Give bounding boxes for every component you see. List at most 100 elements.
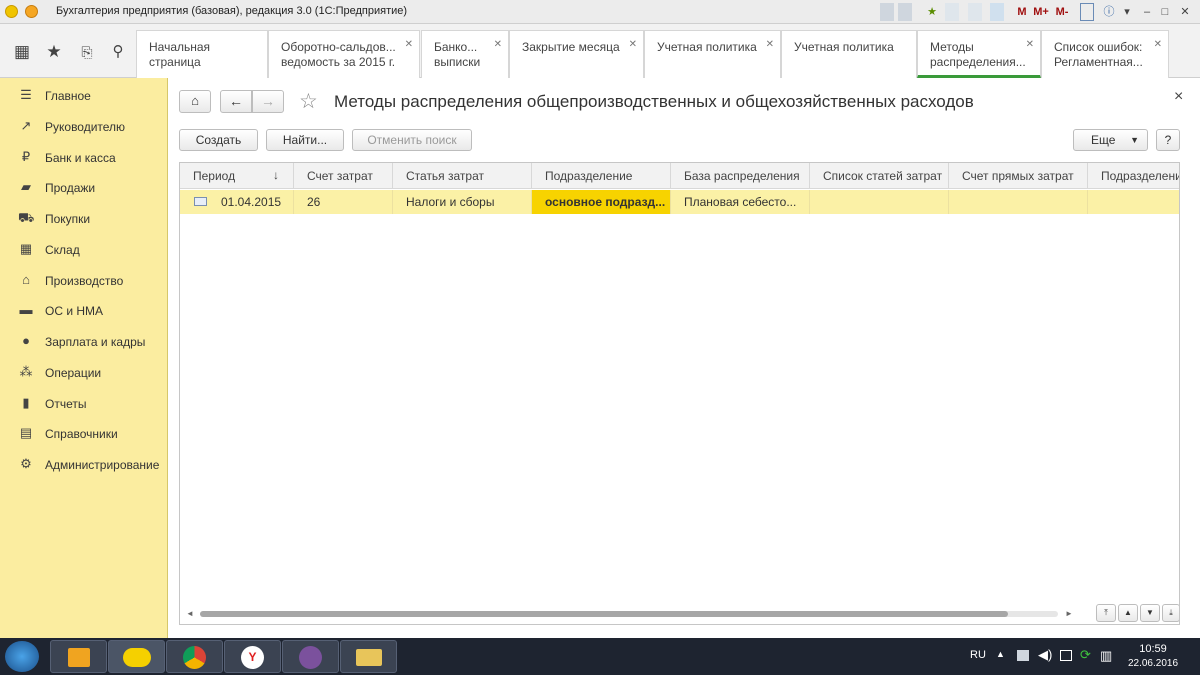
sidebar-item-operations[interactable]: ⁂ Операции (0, 357, 168, 388)
column-header-direct-cost-account[interactable]: Счет прямых затрат (949, 163, 1088, 189)
close-icon[interactable]: ✕ (1026, 37, 1034, 52)
more-button[interactable]: Еще ▼ (1073, 129, 1148, 151)
sidebar-item-manager[interactable]: ↗ Руководителю (0, 111, 168, 142)
sidebar-item-purchases[interactable]: ⛟ Покупки (0, 203, 168, 234)
sidebar-item-catalogs[interactable]: ▤ Справочники (0, 418, 168, 449)
table-cell-direct-cost-account[interactable] (949, 190, 1088, 214)
table-cell-department[interactable]: основное подразд... (532, 190, 671, 214)
doc-icon[interactable] (945, 3, 959, 21)
chevron-down-icon: ▼ (1130, 135, 1139, 145)
start-button[interactable] (5, 641, 39, 672)
tab-distribution-methods[interactable]: Методы распределения... ✕ (917, 30, 1041, 78)
column-header-distribution-base[interactable]: База распределения (671, 163, 810, 189)
memory-add-button[interactable]: M+ (1032, 3, 1050, 21)
close-icon[interactable]: ✕ (405, 37, 413, 52)
scrollbar-thumb[interactable] (200, 611, 1008, 617)
search-icon[interactable]: ⚲ (104, 40, 132, 64)
volume-icon[interactable]: ◀) (1038, 647, 1052, 663)
column-header-period[interactable]: Период ↓ (180, 163, 294, 189)
clock-time[interactable]: 10:59 (1128, 643, 1178, 655)
minimize-icon[interactable]: – (1140, 3, 1154, 21)
print-icon[interactable] (898, 3, 912, 21)
scroll-last-button[interactable]: ⤓ (1162, 604, 1179, 622)
network-icon[interactable]: ▥ (1100, 648, 1112, 664)
truck-icon: ▬ (19, 302, 33, 317)
tab-error-list[interactable]: Список ошибок: Регламентная... ✕ (1041, 30, 1169, 78)
close-icon[interactable]: ✕ (766, 37, 774, 52)
star-icon[interactable]: ★ (925, 3, 939, 21)
column-header-cost-account[interactable]: Счет затрат (294, 163, 393, 189)
sidebar-item-warehouse[interactable]: ▦ Склад (0, 234, 168, 265)
tray-expand-icon[interactable]: ▲ (996, 649, 1005, 659)
sidebar-item-reports[interactable]: ▮ Отчеты (0, 388, 168, 419)
outlook-app-icon[interactable] (50, 640, 107, 673)
table-cell-cost-account[interactable]: 26 (294, 190, 393, 214)
menu-icon[interactable] (25, 5, 38, 18)
tab-accounting-policy[interactable]: Учетная политика ✕ (644, 30, 781, 78)
history-icon[interactable]: ⎘ (73, 40, 101, 64)
column-header-cost-items-list[interactable]: Список статей затрат (810, 163, 949, 189)
close-window-icon[interactable]: ✕ (1178, 3, 1192, 21)
scroll-first-button[interactable]: ⤒ (1096, 604, 1116, 622)
forward-button[interactable]: → (252, 90, 284, 113)
window-title: Бухгалтерия предприятия (базовая), редак… (56, 5, 408, 17)
sidebar-item-admin[interactable]: ⚙ Администрирование (0, 449, 168, 480)
flag-icon[interactable] (1017, 650, 1029, 661)
back-button[interactable]: ← (220, 90, 252, 113)
close-form-icon[interactable]: × (1174, 88, 1183, 106)
create-button[interactable]: Создать (179, 129, 258, 151)
close-icon[interactable]: ✕ (629, 37, 637, 52)
maximize-icon[interactable]: □ (1158, 3, 1172, 21)
sidebar-item-fixed-assets[interactable]: ▬ ОС и НМА (0, 295, 168, 326)
find-button[interactable]: Найти... (266, 129, 344, 151)
horizontal-scrollbar[interactable] (200, 611, 1058, 617)
language-indicator[interactable]: RU (970, 649, 986, 661)
yandex-app-icon[interactable]: Y (224, 640, 281, 673)
table-cell-cost-items-list[interactable] (810, 190, 949, 214)
favorites-star-icon[interactable]: ★ (40, 40, 68, 64)
table-cell-department-2[interactable] (1088, 190, 1179, 214)
scroll-right-icon[interactable]: ► (1065, 609, 1073, 618)
help-button[interactable]: ? (1156, 129, 1180, 151)
favorite-star-icon[interactable]: ☆ (299, 89, 318, 114)
tab-home[interactable]: Начальная страница (136, 30, 268, 78)
chrome-app-icon[interactable] (166, 640, 223, 673)
tab-trial-balance[interactable]: Оборотно-сальдов... ведомость за 2015 г.… (268, 30, 420, 78)
column-header-department[interactable]: Подразделение (532, 163, 671, 189)
table-cell-cost-item[interactable]: Налоги и сборы (393, 190, 532, 214)
sidebar-item-sales[interactable]: ▰ Продажи (0, 172, 168, 203)
scroll-up-button[interactable]: ▲ (1118, 604, 1138, 622)
calc-icon[interactable] (968, 3, 982, 21)
sidebar-item-bank[interactable]: ₽ Банк и касса (0, 142, 168, 173)
close-icon[interactable]: ✕ (494, 37, 502, 52)
1c-app-icon[interactable] (108, 640, 165, 673)
column-header-cost-item[interactable]: Статья затрат (393, 163, 532, 189)
apps-grid-icon[interactable]: ▦ (8, 40, 36, 64)
cancel-search-button[interactable]: Отменить поиск (352, 129, 472, 151)
tab-bank-statements[interactable]: Банко... выписки ✕ (421, 30, 509, 78)
clock-date[interactable]: 22.06.2016 (1124, 658, 1182, 669)
panels-icon[interactable] (1080, 3, 1094, 21)
sidebar-item-main[interactable]: ☰ Главное (0, 80, 168, 111)
sidebar-item-production[interactable]: ⌂ Производство (0, 265, 168, 296)
chevron-down-icon[interactable]: ▾ (1120, 3, 1134, 21)
memory-button[interactable]: M (1015, 3, 1029, 21)
scroll-left-icon[interactable]: ◄ (186, 609, 194, 618)
sidebar-item-payroll[interactable]: ● Зарплата и кадры (0, 326, 168, 357)
save-icon[interactable] (880, 3, 894, 21)
scroll-down-button[interactable]: ▼ (1140, 604, 1160, 622)
close-icon[interactable]: ✕ (1154, 37, 1162, 52)
column-header-department-2[interactable]: Подразделение (1088, 163, 1179, 189)
display-icon[interactable] (1060, 650, 1072, 661)
sync-icon[interactable]: ⟳ (1080, 647, 1091, 663)
calendar-icon[interactable] (990, 3, 1004, 21)
explorer-app-icon[interactable] (340, 640, 397, 673)
table-cell-distribution-base[interactable]: Плановая себесто... (671, 190, 810, 214)
viber-app-icon[interactable] (282, 640, 339, 673)
info-icon[interactable]: ⓘ (1102, 3, 1116, 21)
tab-accounting-policy-2[interactable]: Учетная политика (781, 30, 917, 78)
memory-subtract-button[interactable]: M- (1053, 3, 1071, 21)
tab-month-closing[interactable]: Закрытие месяца ✕ (509, 30, 644, 78)
home-button[interactable]: ⌂ (179, 90, 211, 113)
table-cell-period[interactable]: 01.04.2015 (180, 190, 294, 214)
